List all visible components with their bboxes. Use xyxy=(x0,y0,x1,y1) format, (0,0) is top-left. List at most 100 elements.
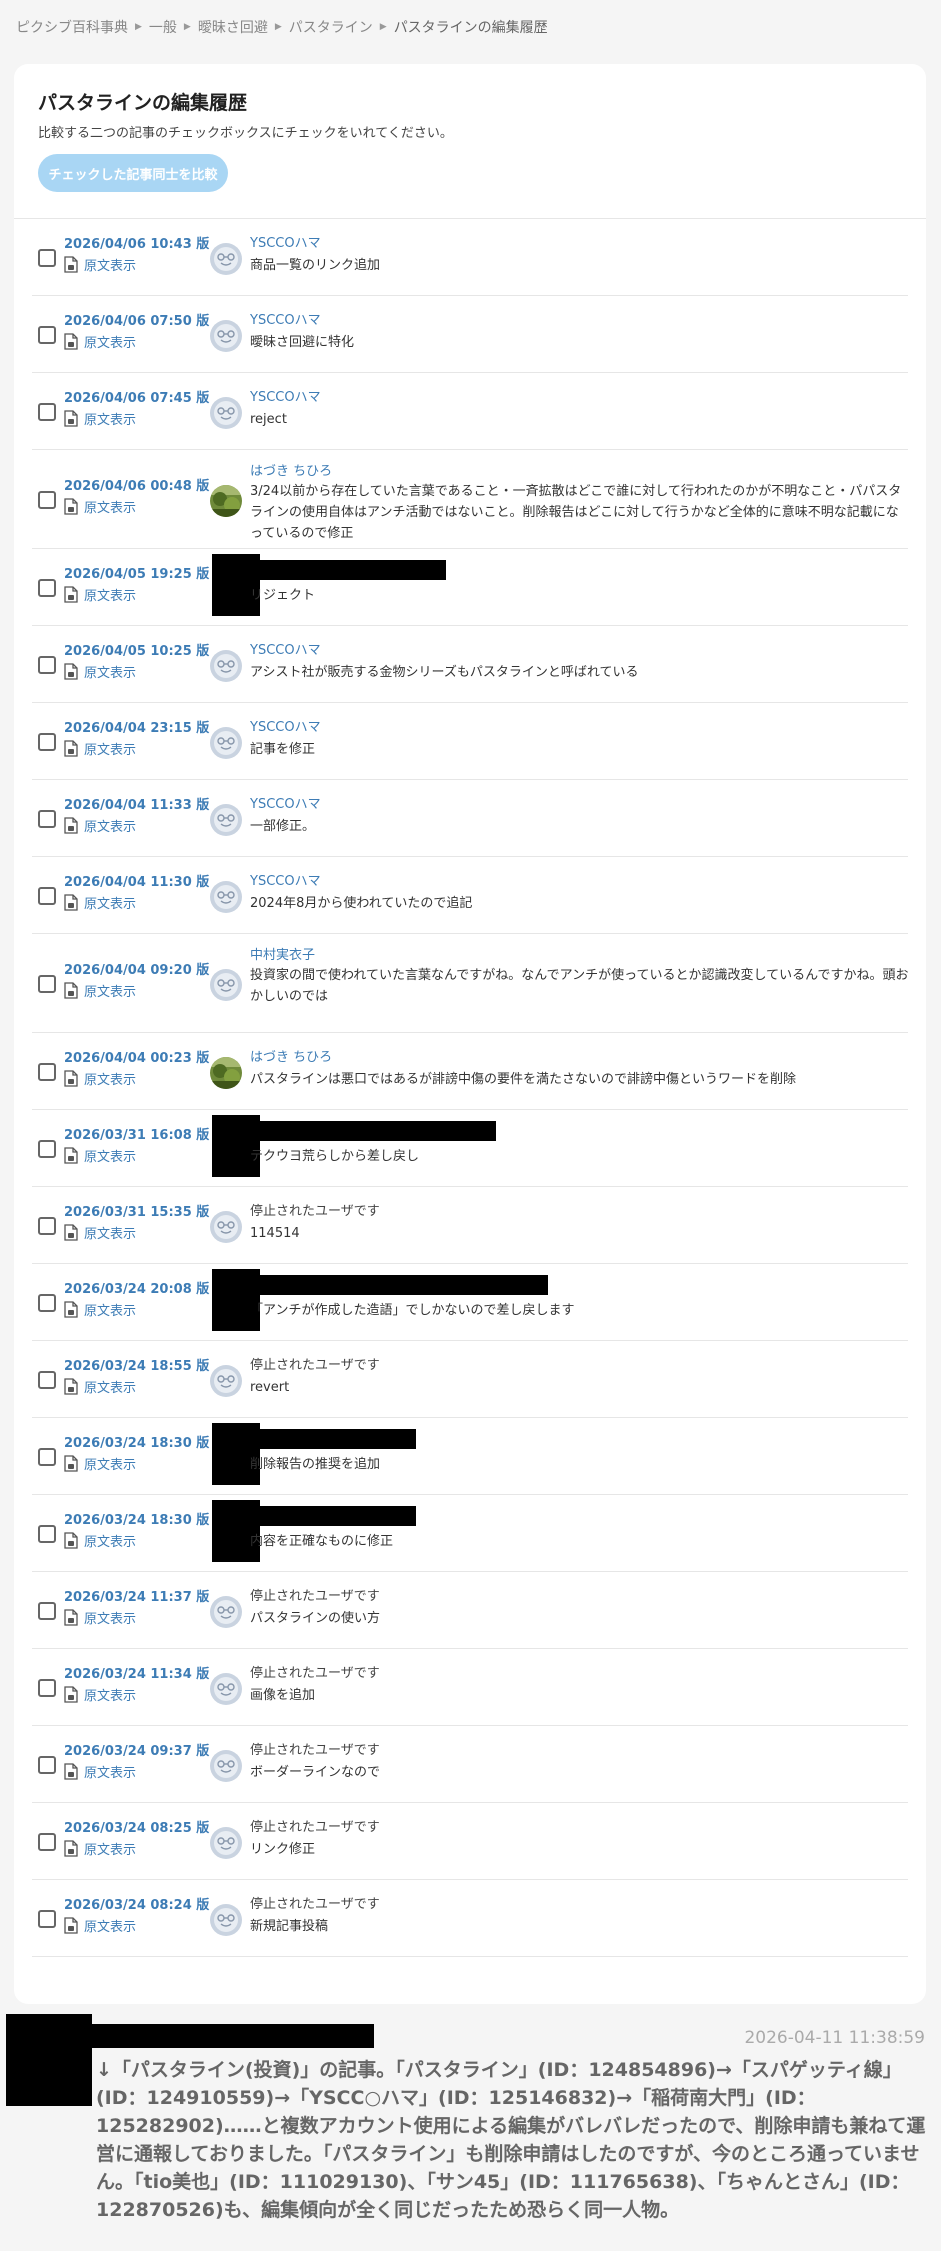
revision-date-link[interactable]: 2026/03/24 08:25 版 xyxy=(64,1817,209,1836)
revision-checkbox[interactable] xyxy=(38,1216,56,1235)
revision-date-link[interactable]: 2026/03/31 15:35 版 xyxy=(64,1201,209,1220)
view-source-link[interactable]: 原文表示 xyxy=(64,893,136,912)
revision-date-link[interactable]: 2026/03/24 18:30 版 xyxy=(64,1432,209,1451)
user-avatar[interactable] xyxy=(210,319,242,352)
revision-date-link[interactable]: 2026/03/31 16:08 版 xyxy=(64,1124,209,1143)
revision-date-link[interactable]: 2026/04/04 11:30 版 xyxy=(64,871,209,890)
revision-checkbox[interactable] xyxy=(38,1755,56,1774)
user-name[interactable]: 中村実衣子 xyxy=(250,944,315,963)
revision-checkbox[interactable] xyxy=(38,1524,56,1543)
view-source-link[interactable]: 原文表示 xyxy=(64,1146,136,1165)
user-avatar[interactable] xyxy=(210,880,242,913)
view-source-link[interactable]: 原文表示 xyxy=(64,332,136,351)
breadcrumb-item[interactable]: パスタライン xyxy=(289,17,373,37)
revision-checkbox[interactable] xyxy=(38,1062,56,1081)
view-source-link[interactable]: 原文表示 xyxy=(64,1377,136,1396)
view-source-link[interactable]: 原文表示 xyxy=(64,981,136,1000)
view-source-link[interactable]: 原文表示 xyxy=(64,1916,136,1935)
revision-checkbox[interactable] xyxy=(38,325,56,344)
user-avatar[interactable] xyxy=(210,1749,242,1782)
revision-checkbox[interactable] xyxy=(38,1447,56,1466)
revision-date-link[interactable]: 2026/04/04 09:20 版 xyxy=(64,959,209,978)
user-avatar[interactable] xyxy=(210,1364,242,1397)
view-source-link[interactable]: 原文表示 xyxy=(64,409,136,428)
view-source-link[interactable]: 原文表示 xyxy=(64,1608,136,1627)
user-name[interactable]: YSCCOハマ xyxy=(250,716,321,735)
view-source-link[interactable]: 原文表示 xyxy=(64,585,136,604)
user-avatar[interactable] xyxy=(210,1595,242,1628)
revision-checkbox[interactable] xyxy=(38,1909,56,1928)
revision-date-link[interactable]: 2026/03/24 11:37 版 xyxy=(64,1586,209,1605)
user-avatar[interactable] xyxy=(210,1826,242,1859)
revision-date-link[interactable]: 2026/03/24 11:34 版 xyxy=(64,1663,209,1682)
view-source-label: 原文表示 xyxy=(84,1688,137,1704)
revision-checkbox[interactable] xyxy=(38,974,56,993)
user-avatar[interactable] xyxy=(210,1903,242,1936)
revision-checkbox[interactable] xyxy=(38,248,56,267)
view-source-link[interactable]: 原文表示 xyxy=(64,255,136,274)
revision-date-link[interactable]: 2026/04/04 23:15 版 xyxy=(64,717,209,736)
revision-checkbox[interactable] xyxy=(38,1678,56,1697)
revision-checkbox[interactable] xyxy=(38,1370,56,1389)
view-source-link[interactable]: 原文表示 xyxy=(64,497,136,516)
revision-checkbox[interactable] xyxy=(38,490,56,509)
view-source-link[interactable]: 原文表示 xyxy=(64,1762,136,1781)
user-avatar[interactable] xyxy=(210,649,242,682)
revision-checkbox[interactable] xyxy=(38,655,56,674)
revision-date-link[interactable]: 2026/04/06 07:50 版 xyxy=(64,310,209,329)
user-avatar[interactable] xyxy=(210,803,242,836)
user-name[interactable]: YSCCOハマ xyxy=(250,386,321,405)
user-avatar[interactable] xyxy=(210,242,242,275)
user-name[interactable]: はづき ちひろ xyxy=(250,1046,332,1065)
revision-checkbox[interactable] xyxy=(38,1139,56,1158)
revision-checkbox[interactable] xyxy=(38,809,56,828)
user-avatar[interactable] xyxy=(210,484,242,517)
user-avatar[interactable] xyxy=(210,1056,242,1089)
view-source-link[interactable]: 原文表示 xyxy=(64,1069,136,1088)
revision-date-link[interactable]: 2026/04/06 10:43 版 xyxy=(64,233,209,252)
revision-checkbox[interactable] xyxy=(38,402,56,421)
view-source-link[interactable]: 原文表示 xyxy=(64,1839,136,1858)
revision-checkbox[interactable] xyxy=(38,1832,56,1851)
revision-date-link[interactable]: 2026/04/04 00:23 版 xyxy=(64,1047,209,1066)
view-source-link[interactable]: 原文表示 xyxy=(64,1223,136,1242)
view-source-link[interactable]: 原文表示 xyxy=(64,1454,136,1473)
view-source-link[interactable]: 原文表示 xyxy=(64,739,136,758)
user-name[interactable]: YSCCOハマ xyxy=(250,309,321,328)
user-name[interactable]: YSCCOハマ xyxy=(250,870,321,889)
view-source-link[interactable]: 原文表示 xyxy=(64,816,136,835)
revision-date-link[interactable]: 2026/04/06 07:45 版 xyxy=(64,387,209,406)
revision-date-link[interactable]: 2026/03/24 09:37 版 xyxy=(64,1740,209,1759)
breadcrumb-item[interactable]: 一般 xyxy=(149,17,177,37)
revision-checkbox[interactable] xyxy=(38,1293,56,1312)
breadcrumb-item[interactable]: ピクシブ百科事典 xyxy=(16,17,128,37)
revision-date-link[interactable]: 2026/04/04 11:33 版 xyxy=(64,794,209,813)
revision-checkbox[interactable] xyxy=(38,578,56,597)
view-source-link[interactable]: 原文表示 xyxy=(64,662,136,681)
revision-date-link[interactable]: 2026/03/24 08:24 版 xyxy=(64,1894,209,1913)
revision-date-link[interactable]: 2026/03/24 20:08 版 xyxy=(64,1278,209,1297)
page-description: 比較する二つの記事のチェックボックスにチェックをいれてください。 xyxy=(38,126,453,141)
view-source-link[interactable]: 原文表示 xyxy=(64,1685,136,1704)
user-name[interactable]: YSCCOハマ xyxy=(250,232,321,251)
revision-checkbox[interactable] xyxy=(38,1601,56,1620)
view-source-link[interactable]: 原文表示 xyxy=(64,1300,136,1319)
revision-date-link[interactable]: 2026/03/24 18:55 版 xyxy=(64,1355,209,1374)
user-name[interactable]: YSCCOハマ xyxy=(250,793,321,812)
revision-date-link[interactable]: 2026/04/06 00:48 版 xyxy=(64,475,209,494)
compare-button[interactable]: チェックした記事同士を比較 xyxy=(38,154,228,192)
user-avatar[interactable] xyxy=(210,726,242,759)
user-name[interactable]: YSCCOハマ xyxy=(250,639,321,658)
revision-checkbox[interactable] xyxy=(38,886,56,905)
revision-checkbox[interactable] xyxy=(38,732,56,751)
breadcrumb-item[interactable]: 曖昧さ回避 xyxy=(198,17,268,37)
revision-date-link[interactable]: 2026/04/05 10:25 版 xyxy=(64,640,209,659)
user-avatar[interactable] xyxy=(210,968,242,1001)
view-source-link[interactable]: 原文表示 xyxy=(64,1531,136,1550)
user-avatar[interactable] xyxy=(210,1210,242,1243)
revision-date-link[interactable]: 2026/04/05 19:25 版 xyxy=(64,563,209,582)
user-avatar[interactable] xyxy=(210,396,242,429)
user-avatar[interactable] xyxy=(210,1672,242,1705)
revision-date-link[interactable]: 2026/03/24 18:30 版 xyxy=(64,1509,209,1528)
user-name[interactable]: はづき ちひろ xyxy=(250,460,332,479)
